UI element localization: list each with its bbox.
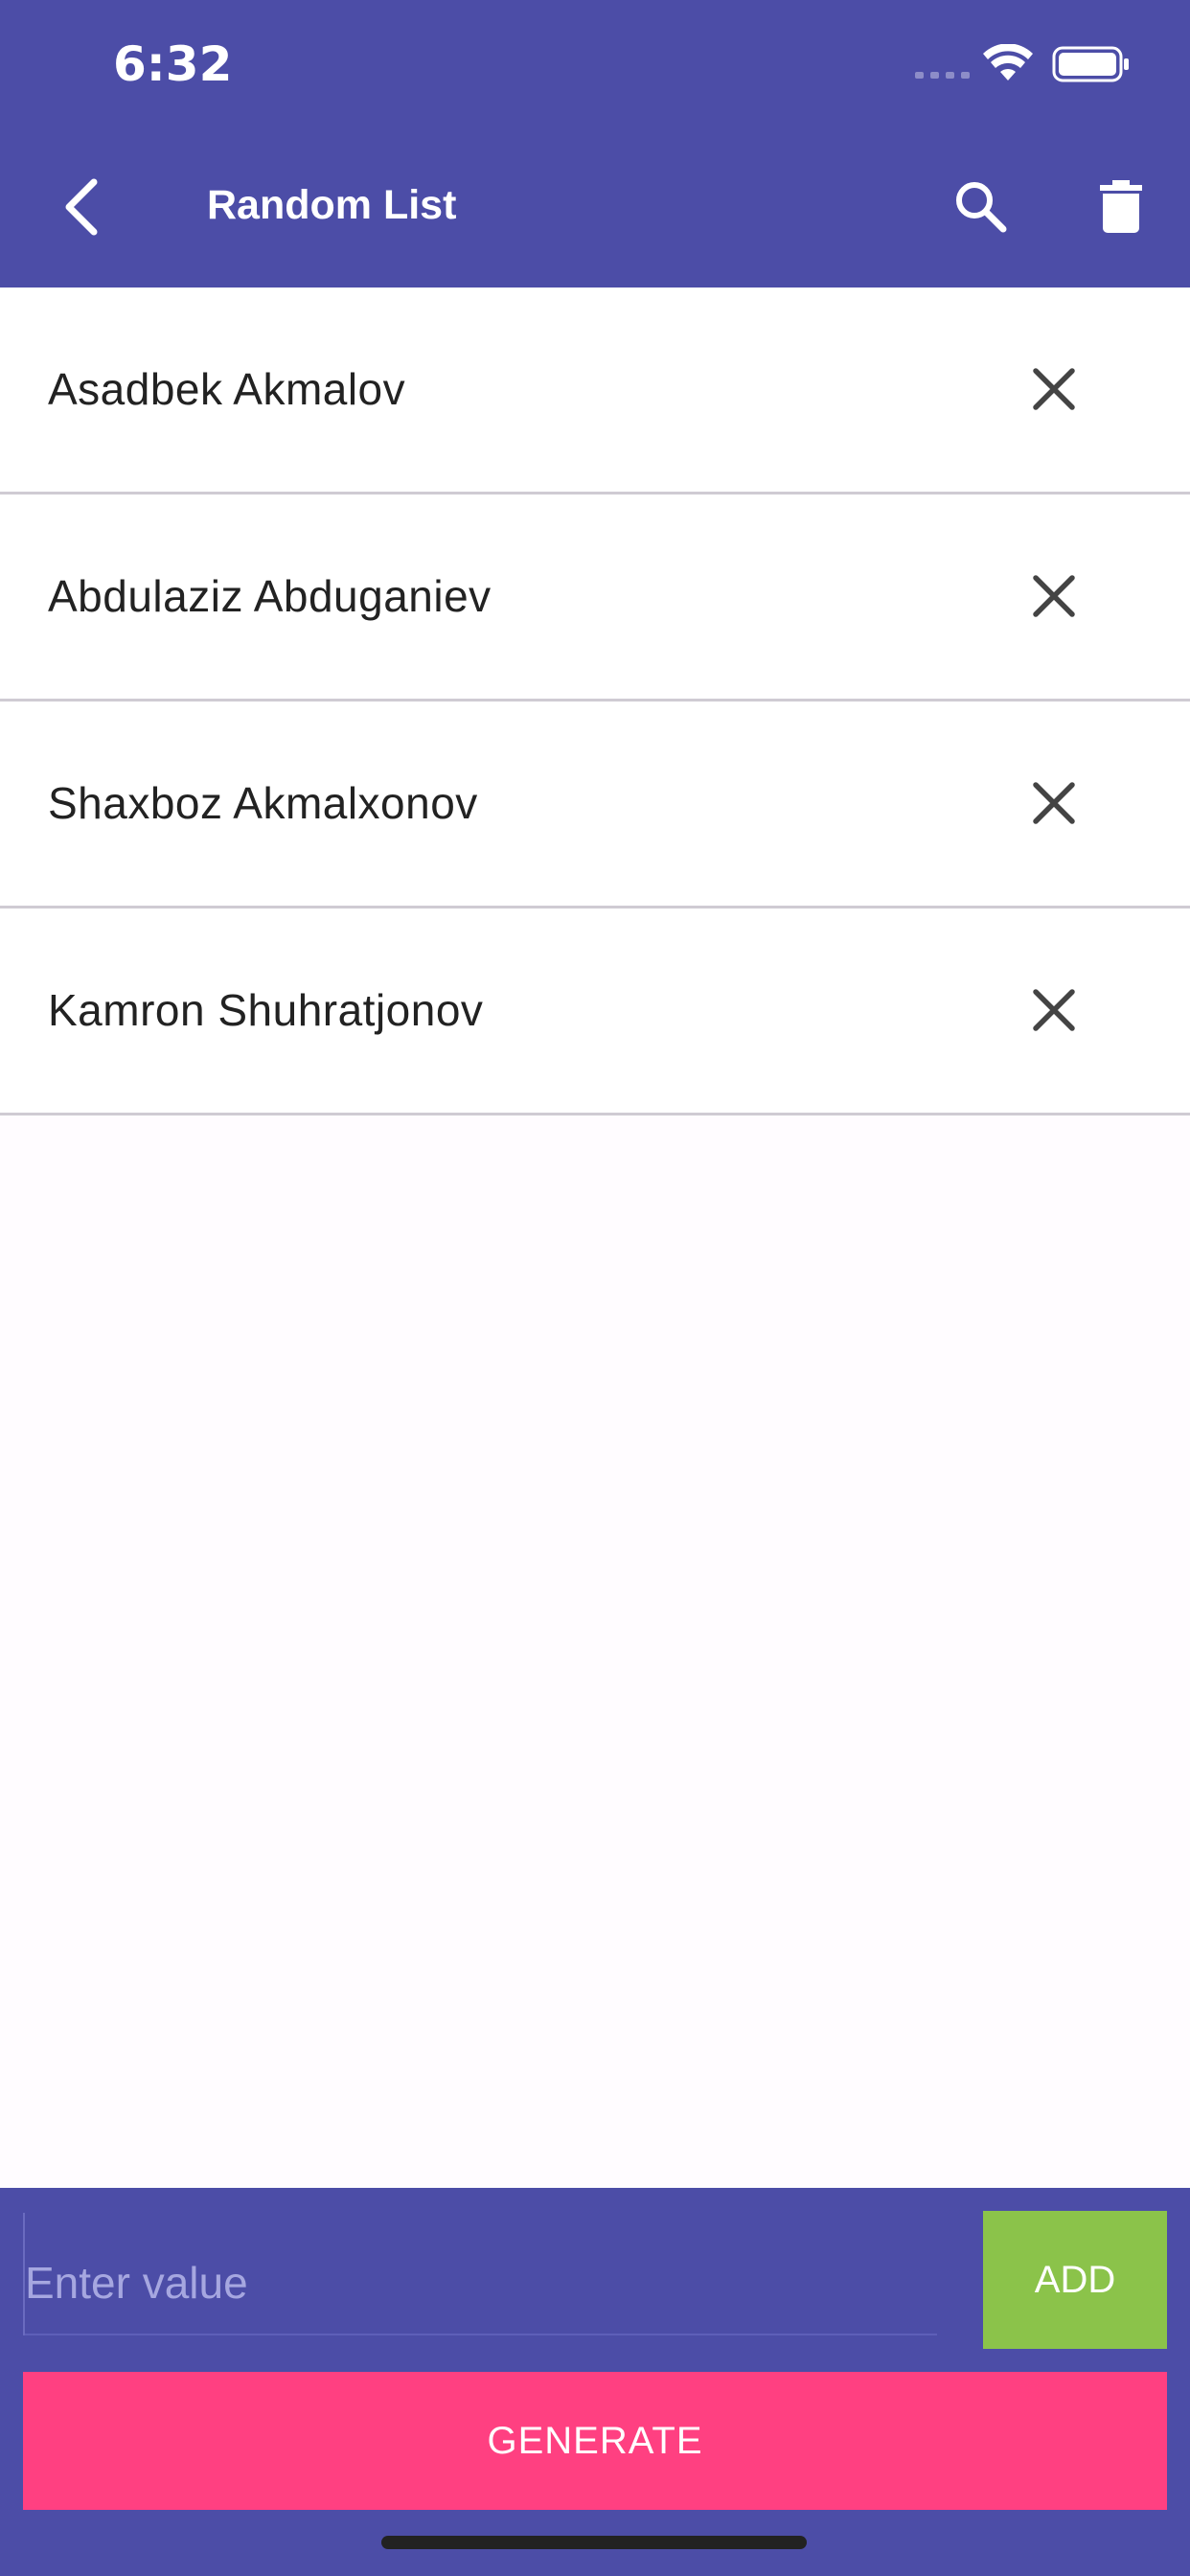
close-icon bbox=[1033, 575, 1075, 617]
close-icon bbox=[1033, 368, 1075, 410]
value-input[interactable] bbox=[23, 2213, 937, 2335]
list-item-label: Asadbek Akmalov bbox=[48, 364, 406, 414]
close-icon bbox=[1033, 782, 1075, 824]
wifi-icon bbox=[983, 44, 1033, 80]
remove-item-button[interactable] bbox=[1018, 558, 1090, 634]
list-item-label: Kamron Shuhratjonov bbox=[48, 985, 484, 1035]
remove-item-button[interactable] bbox=[1018, 972, 1090, 1048]
page-title: Random List bbox=[207, 182, 457, 228]
value-input-container bbox=[23, 2213, 937, 2335]
list-item-label: Shaxboz Akmalxonov bbox=[48, 778, 478, 828]
generate-button[interactable]: GENERATE bbox=[23, 2372, 1167, 2510]
search-icon bbox=[956, 182, 1007, 233]
back-button[interactable] bbox=[46, 167, 115, 247]
search-button[interactable] bbox=[947, 172, 1016, 242]
remove-item-button[interactable] bbox=[1018, 351, 1090, 427]
app-bar: 6:32 Random List bbox=[0, 0, 1190, 288]
item-list: Asadbek Akmalov Abdulaziz Abduganiev Sha… bbox=[0, 288, 1190, 1116]
list-item: Kamron Shuhratjonov bbox=[0, 908, 1190, 1116]
cellular-signal-icon bbox=[915, 72, 970, 79]
input-panel: ADD GENERATE bbox=[0, 2188, 1190, 2576]
trash-icon bbox=[1100, 180, 1142, 233]
list-item: Abdulaziz Abduganiev bbox=[0, 494, 1190, 702]
list-item: Shaxboz Akmalxonov bbox=[0, 702, 1190, 908]
chevron-left-icon bbox=[65, 178, 98, 236]
status-time: 6:32 bbox=[113, 36, 233, 92]
close-icon bbox=[1033, 989, 1075, 1031]
add-button[interactable]: ADD bbox=[983, 2211, 1167, 2349]
list-item: Asadbek Akmalov bbox=[0, 288, 1190, 494]
remove-item-button[interactable] bbox=[1018, 765, 1090, 841]
delete-all-button[interactable] bbox=[1087, 172, 1156, 242]
battery-icon bbox=[1052, 46, 1129, 82]
list-item-label: Abdulaziz Abduganiev bbox=[48, 571, 492, 621]
home-indicator bbox=[381, 2536, 807, 2549]
